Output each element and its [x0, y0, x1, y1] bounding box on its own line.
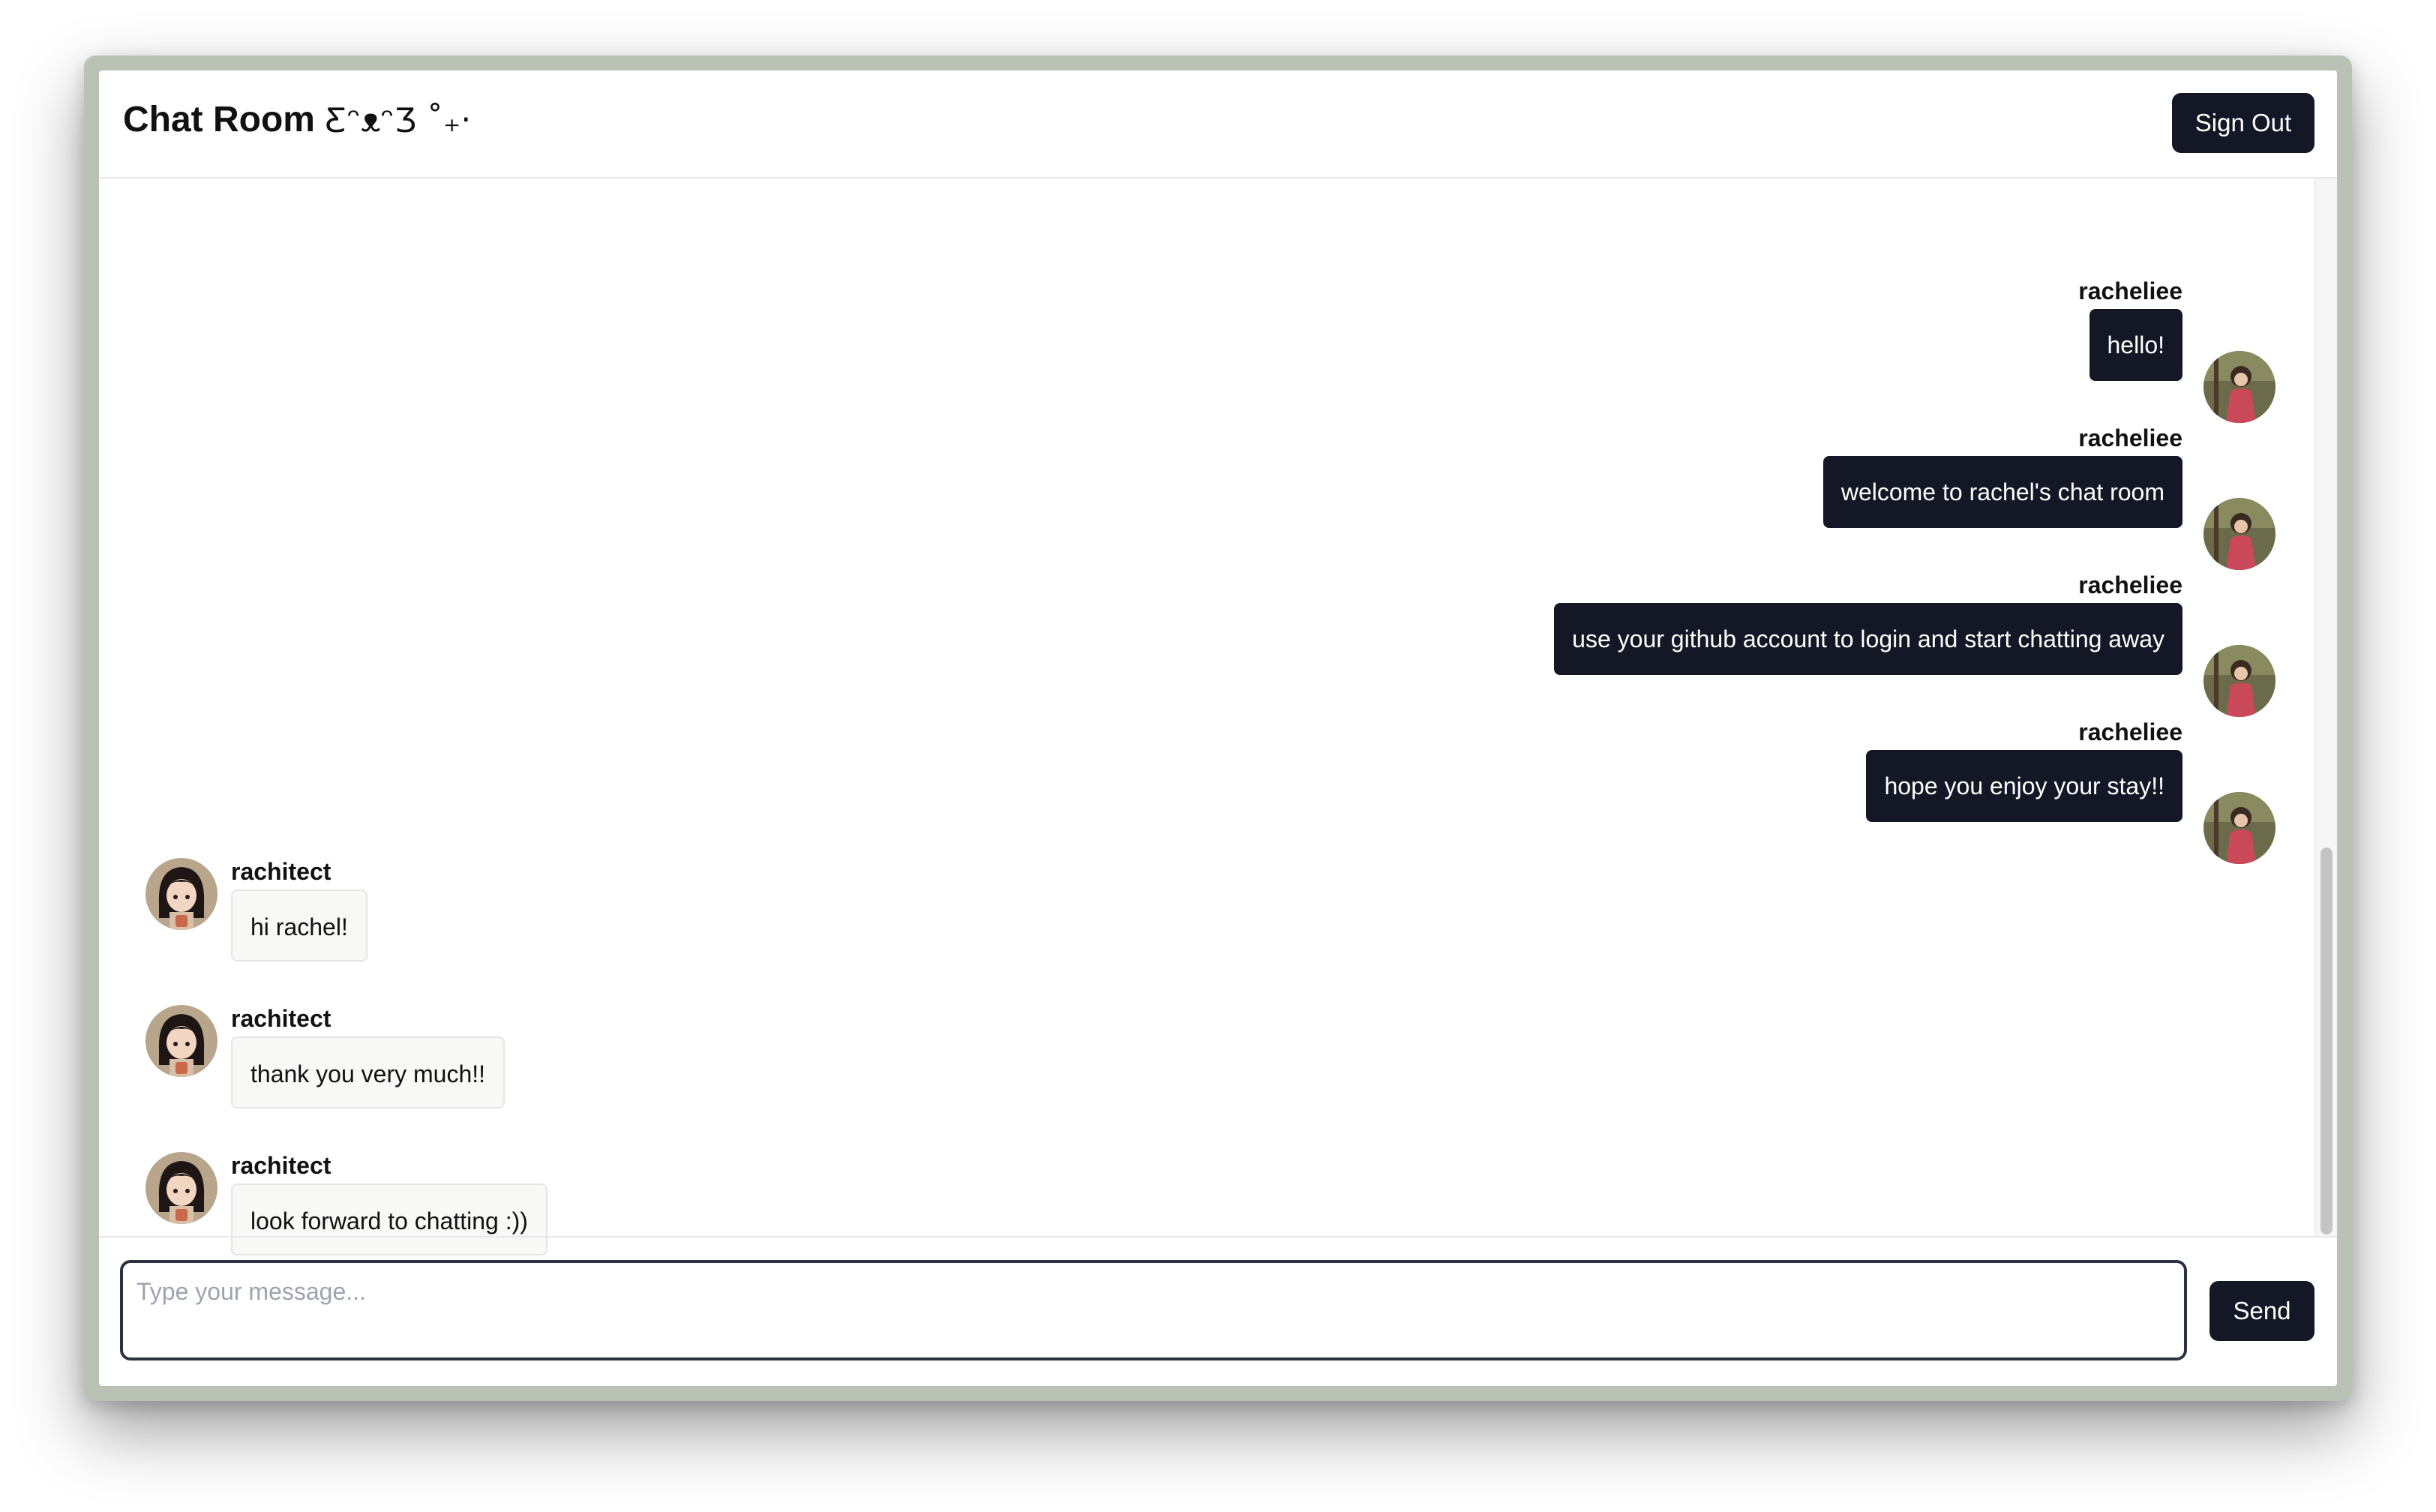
scrollbar-thumb[interactable]	[2320, 848, 2332, 1234]
message-item: racheliee use your github account to log…	[982, 572, 2182, 676]
avatar	[2204, 792, 2276, 864]
message-username: racheliee	[2078, 278, 2182, 304]
message-bubble: hello!	[2089, 309, 2182, 381]
app-window: Chat Room ƸᵔᴥᵔƷ ˚₊‧ Sign Out racheliee h…	[84, 56, 2352, 1401]
sign-out-button[interactable]: Sign Out	[2172, 93, 2314, 153]
avatar	[2204, 645, 2276, 717]
avatar	[146, 1152, 218, 1224]
message-item: racheliee hello!	[982, 278, 2182, 382]
composer: Send	[99, 1236, 2337, 1386]
message-bubble: use your github account to login and sta…	[1554, 603, 2182, 675]
message-bubble: welcome to rachel's chat room	[1822, 456, 2182, 528]
message-username: racheliee	[2078, 572, 2182, 598]
chat-app: Chat Room ƸᵔᴥᵔƷ ˚₊‧ Sign Out racheliee h…	[99, 70, 2337, 1386]
message-item: racheliee welcome to rachel's chat room	[982, 424, 2182, 530]
page-title: Chat Room ƸᵔᴥᵔƷ ˚₊‧	[123, 99, 471, 140]
avatar	[146, 1005, 218, 1077]
avatar	[146, 858, 218, 930]
avatar	[2204, 498, 2276, 570]
send-button[interactable]: Send	[2210, 1281, 2314, 1341]
header: Chat Room ƸᵔᴥᵔƷ ˚₊‧ Sign Out	[99, 70, 2337, 178]
message-item: racheliee hope you enjoy your stay!!	[982, 718, 2182, 824]
message-item: rachitect hi rachel!	[231, 858, 981, 963]
message-item: rachitect thank you very much!!	[231, 1005, 981, 1110]
message-bubble: hi rachel!	[231, 890, 368, 962]
message-input[interactable]	[120, 1260, 2187, 1360]
message-bubble: thank you very much!!	[231, 1036, 506, 1108]
message-list[interactable]: racheliee hello! racheliee welcome to ra…	[99, 178, 2337, 1256]
message-username: racheliee	[2078, 424, 2182, 452]
title-text: Chat Room	[123, 100, 315, 140]
avatar	[2204, 351, 2276, 423]
message-username: racheliee	[2078, 718, 2182, 746]
message-username: rachitect	[231, 1152, 332, 1179]
message-username: rachitect	[231, 1005, 332, 1032]
message-username: rachitect	[231, 858, 332, 885]
title-decoration: ƸᵔᴥᵔƷ ˚₊‧	[325, 101, 472, 140]
message-bubble: hope you enjoy your stay!!	[1866, 750, 2182, 822]
